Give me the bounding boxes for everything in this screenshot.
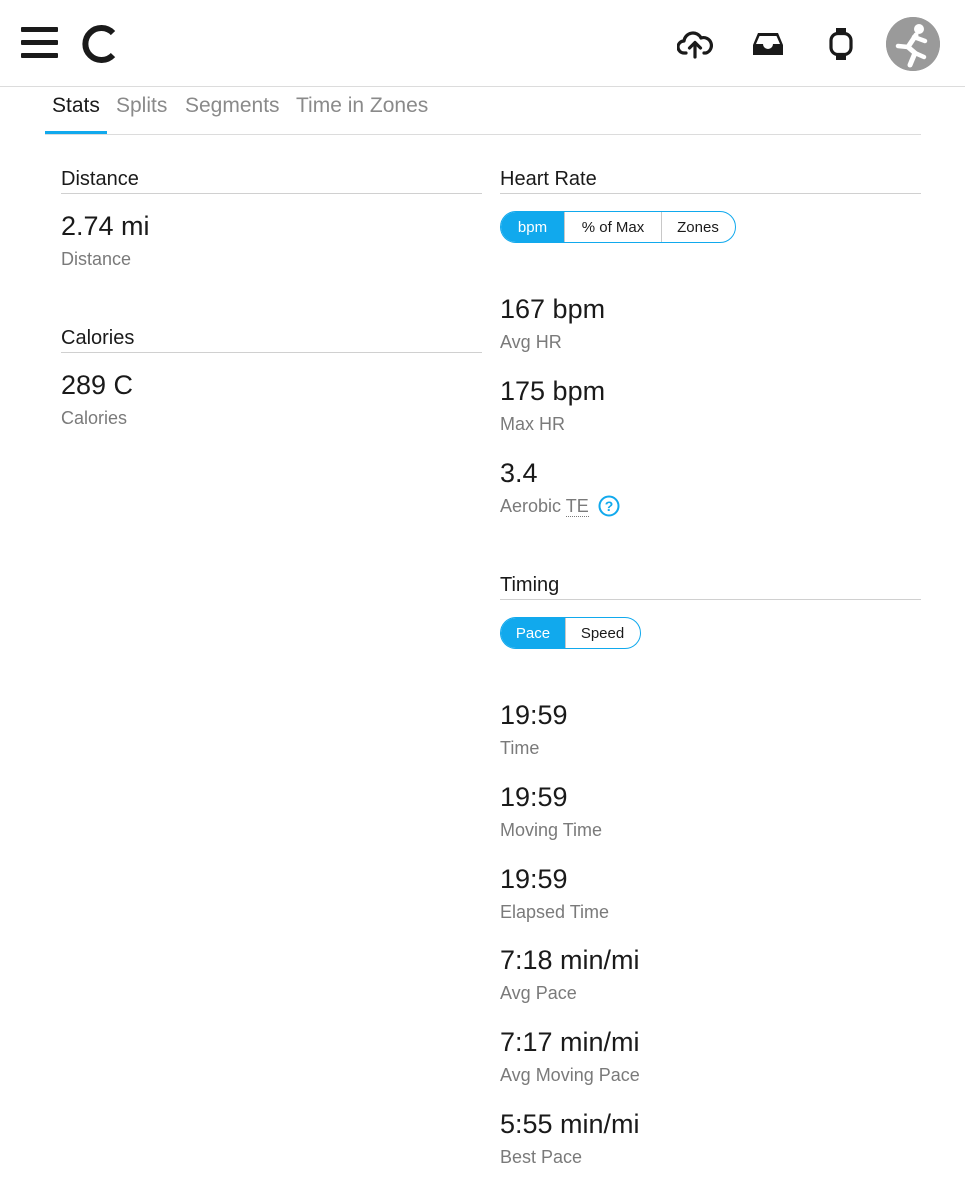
inbox-icon[interactable] <box>750 26 786 62</box>
pace-option[interactable]: Pace <box>501 618 565 648</box>
menu-icon[interactable] <box>21 27 58 59</box>
heart-rate-section-title: Heart Rate <box>500 168 921 194</box>
time-value: 19:59 <box>500 700 568 730</box>
timing-section-title: Timing <box>500 574 921 600</box>
tab-time-in-zones[interactable]: Time in Zones <box>296 94 428 118</box>
distance-label: Distance <box>61 249 132 269</box>
calories-value: 289 C <box>61 370 134 400</box>
zones-option[interactable]: Zones <box>661 212 734 242</box>
aerobic-te-label: Aerobic TE ? <box>500 495 620 517</box>
avg-hr-value: 167 bpm <box>500 294 606 324</box>
calories-section-title: Calories <box>61 327 482 353</box>
aerobic-te-value: 3.4 <box>500 458 538 488</box>
calories-label: Calories <box>61 408 128 428</box>
elapsed-time-value: 19:59 <box>500 864 568 894</box>
distance-section-title: Distance <box>61 168 482 194</box>
avatar[interactable] <box>886 17 940 71</box>
watch-icon[interactable] <box>823 26 859 62</box>
avg-moving-pace-value: 7:17 min/mi <box>500 1027 640 1057</box>
upload-cloud-icon[interactable] <box>677 26 713 62</box>
distance-value: 2.74 mi <box>61 211 150 241</box>
svg-text:?: ? <box>604 498 613 514</box>
best-pace-value: 5:55 min/mi <box>500 1109 640 1139</box>
time-label: Time <box>500 738 540 758</box>
moving-time-label: Moving Time <box>500 820 603 840</box>
top-navigation-bar <box>0 0 965 87</box>
best-pace-label: Best Pace <box>500 1147 583 1167</box>
avg-hr-label: Avg HR <box>500 332 562 352</box>
help-icon[interactable]: ? <box>598 495 620 517</box>
avg-pace-label: Avg Pace <box>500 983 577 1003</box>
heart-rate-unit-toggle: bpm % of Max Zones <box>500 211 736 243</box>
activity-tabs: Stats Splits Segments Time in Zones <box>45 88 921 135</box>
aerobic-label-text: Aerobic <box>500 496 566 516</box>
moving-time-value: 19:59 <box>500 782 568 812</box>
timing-unit-toggle: Pace Speed <box>500 617 641 649</box>
logo-icon[interactable] <box>78 23 120 65</box>
max-hr-value: 175 bpm <box>500 376 606 406</box>
avg-pace-value: 7:18 min/mi <box>500 945 640 975</box>
active-tab-indicator <box>45 131 107 134</box>
tab-stats[interactable]: Stats <box>52 94 100 118</box>
elapsed-time-label: Elapsed Time <box>500 902 610 922</box>
speed-option[interactable]: Speed <box>565 618 639 648</box>
avg-moving-pace-label: Avg Moving Pace <box>500 1065 640 1085</box>
max-hr-label: Max HR <box>500 414 566 434</box>
avatar-icon <box>886 17 940 71</box>
tab-segments[interactable]: Segments <box>185 94 280 118</box>
tab-splits[interactable]: Splits <box>116 94 167 118</box>
te-abbreviation: TE <box>565 496 589 517</box>
percent-of-max-option[interactable]: % of Max <box>564 212 661 242</box>
bpm-option[interactable]: bpm <box>501 212 564 242</box>
